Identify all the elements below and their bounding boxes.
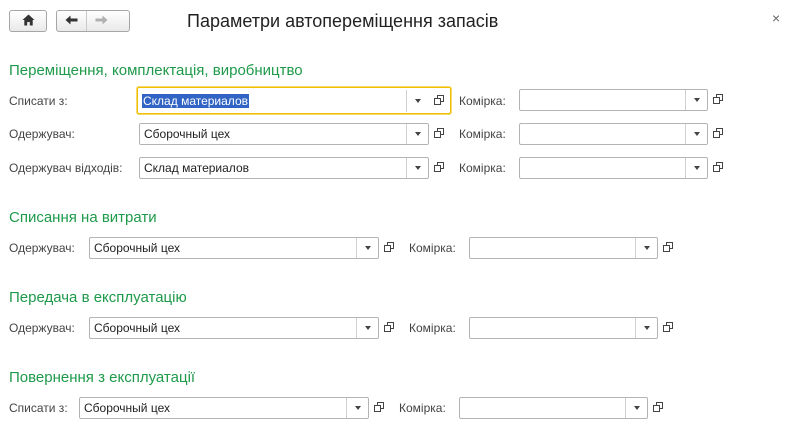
waste-recipient-value[interactable]: Склад материалов — [140, 161, 406, 175]
arrow-left-icon — [65, 14, 78, 28]
recipient-value[interactable]: Сборочный цех — [140, 127, 406, 141]
writeoff-recipient-value[interactable]: Сборочный цех — [90, 241, 356, 255]
writeoff-from-label: Списати з: — [9, 94, 68, 108]
waste-recipient-label: Одержувач відходів: — [9, 161, 123, 175]
open-button[interactable] — [379, 237, 399, 259]
recipient-field[interactable]: Сборочный цех — [139, 123, 429, 145]
back-button[interactable] — [57, 11, 86, 31]
cell-label: Комірка: — [459, 94, 506, 108]
dropdown-button[interactable] — [685, 158, 707, 178]
open-window-icon — [434, 161, 444, 175]
cell-label: Комірка: — [459, 161, 506, 175]
open-window-icon — [713, 161, 723, 175]
open-window-icon — [713, 127, 723, 141]
dropdown-button[interactable] — [406, 89, 428, 112]
chevron-down-icon — [414, 98, 421, 103]
dropdown-button[interactable] — [635, 238, 657, 258]
section-title-return: Повернення з експлуатації — [9, 369, 196, 386]
dropdown-button[interactable] — [406, 124, 428, 144]
open-window-icon — [663, 241, 673, 255]
dropdown-button[interactable] — [346, 398, 368, 418]
open-button[interactable] — [658, 317, 678, 339]
chevron-down-icon — [643, 246, 650, 250]
dropdown-button[interactable] — [356, 238, 378, 258]
writeoff-from-field[interactable]: Склад материалов — [137, 87, 451, 114]
cell-label: Комірка: — [399, 401, 446, 415]
cell-label: Комірка: — [459, 127, 506, 141]
dropdown-button[interactable] — [685, 124, 707, 144]
chevron-down-icon — [364, 246, 371, 250]
close-icon[interactable]: × — [772, 10, 780, 26]
arrow-right-icon — [95, 14, 108, 28]
cell-field[interactable] — [519, 157, 708, 179]
chevron-down-icon — [414, 132, 421, 136]
open-button[interactable] — [379, 317, 399, 339]
open-button[interactable] — [708, 123, 728, 145]
dropdown-button[interactable] — [356, 318, 378, 338]
return-writeoff-from-value[interactable]: Сборочный цех — [80, 401, 346, 415]
open-button[interactable] — [369, 397, 389, 419]
cell-field[interactable] — [459, 397, 648, 419]
open-button[interactable] — [658, 237, 678, 259]
dropdown-button[interactable] — [685, 90, 707, 110]
chevron-down-icon — [354, 406, 361, 410]
open-window-icon — [384, 241, 394, 255]
dropdown-button[interactable] — [406, 158, 428, 178]
open-window-icon — [434, 94, 444, 108]
cell-field[interactable] — [519, 123, 708, 145]
recipient-label: Одержувач: — [9, 241, 75, 255]
open-button[interactable] — [648, 397, 668, 419]
recipient-label: Одержувач: — [9, 321, 75, 335]
dropdown-button[interactable] — [625, 398, 647, 418]
cell-field[interactable] — [519, 89, 708, 111]
cell-field[interactable] — [469, 317, 658, 339]
navigation-arrows — [56, 10, 130, 32]
cell-field[interactable] — [469, 237, 658, 259]
open-window-icon — [434, 127, 444, 141]
home-button[interactable] — [9, 10, 47, 32]
return-writeoff-from-field[interactable]: Сборочный цех — [79, 397, 369, 419]
home-icon — [22, 14, 35, 29]
open-window-icon — [384, 321, 394, 335]
cell-label: Комірка: — [409, 241, 456, 255]
open-button[interactable] — [708, 157, 728, 179]
open-button[interactable] — [708, 89, 728, 111]
writeoff-recipient-field[interactable]: Сборочный цех — [89, 237, 379, 259]
forward-button[interactable] — [86, 11, 116, 31]
section-title-writeoff: Списання на витрати — [9, 209, 157, 226]
transfer-recipient-field[interactable]: Сборочный цех — [89, 317, 379, 339]
open-window-icon — [374, 401, 384, 415]
open-window-icon — [713, 93, 723, 107]
cell-label: Комірка: — [409, 321, 456, 335]
chevron-down-icon — [693, 98, 700, 102]
transfer-recipient-value[interactable]: Сборочный цех — [90, 321, 356, 335]
chevron-down-icon — [364, 326, 371, 330]
open-window-icon — [653, 401, 663, 415]
chevron-down-icon — [414, 166, 421, 170]
section-title-transfer: Передача в експлуатацію — [9, 289, 187, 306]
writeoff-from-value[interactable]: Склад материалов — [142, 93, 406, 108]
page-title: Параметри автопереміщення запасів — [187, 11, 499, 31]
dropdown-button[interactable] — [635, 318, 657, 338]
chevron-down-icon — [643, 326, 650, 330]
chevron-down-icon — [693, 166, 700, 170]
chevron-down-icon — [633, 406, 640, 410]
open-button[interactable] — [428, 90, 450, 112]
open-button[interactable] — [429, 123, 449, 145]
open-window-icon — [663, 321, 673, 335]
open-button[interactable] — [429, 157, 449, 179]
writeoff-from-label: Списати з: — [9, 401, 68, 415]
chevron-down-icon — [693, 132, 700, 136]
section-title-movement: Переміщення, комплектація, виробництво — [9, 62, 303, 79]
waste-recipient-field[interactable]: Склад материалов — [139, 157, 429, 179]
recipient-label: Одержувач: — [9, 127, 75, 141]
